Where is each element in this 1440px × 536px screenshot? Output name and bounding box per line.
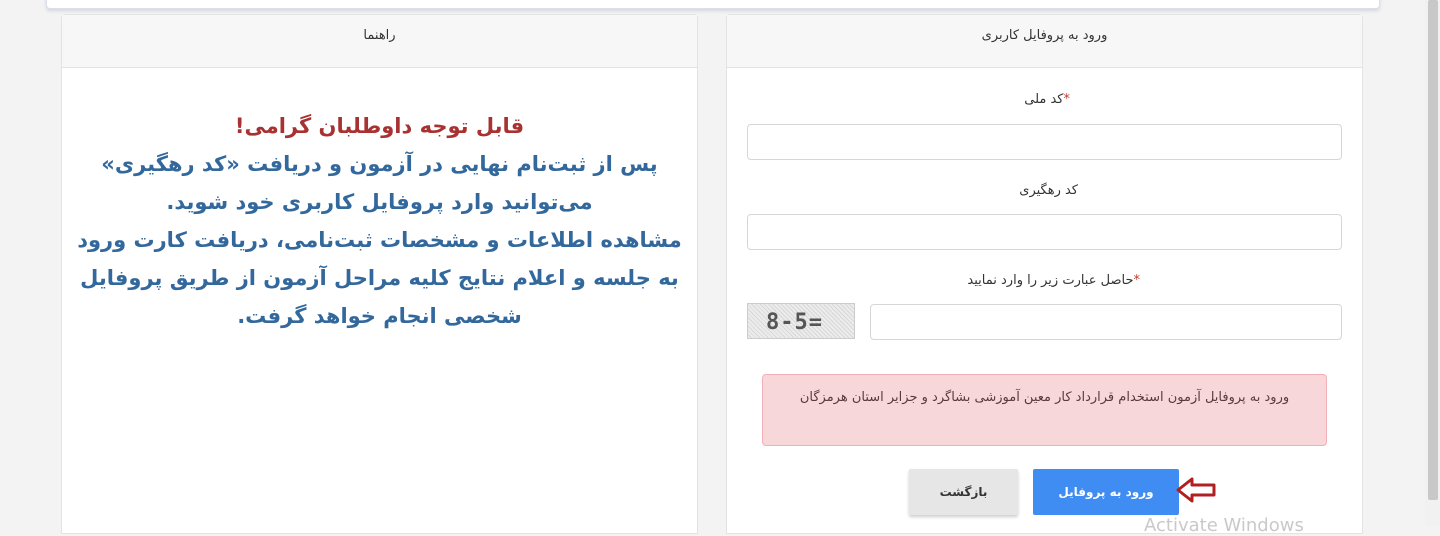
guide-panel: راهنما قابل توجه داوطلبان گرامی! پس از ث… <box>61 14 698 534</box>
national-code-label: *کد ملی <box>960 92 1070 107</box>
captcha-label: *حاصل عبارت زیر را وارد نمایید <box>900 273 1140 288</box>
captcha-image: 8-5= <box>747 303 855 339</box>
notice-line-2: می‌توانید وارد پروفایل کاربری خود شوید. <box>166 190 593 214</box>
guide-panel-title: راهنما <box>62 15 697 68</box>
guide-notice: قابل توجه داوطلبان گرامی! پس از ثبت‌نام … <box>72 107 687 335</box>
top-strip <box>46 0 1380 9</box>
notice-line-1: پس از ثبت‌نام نهایی در آزمون و دریافت «ک… <box>101 152 658 176</box>
exam-info-alert: ورود به پروفایل آزمون استخدام قرارداد کا… <box>762 374 1327 446</box>
notice-line-3: مشاهده اطلاعات و مشخصات ثبت‌نامی، دریافت… <box>77 228 682 252</box>
notice-line-5: شخصی انجام خواهد گرفت. <box>237 304 522 328</box>
notice-line-4: به جلسه و اعلام نتایج کلیه مراحل آزمون ا… <box>80 266 679 290</box>
login-button[interactable]: ورود به پروفایل <box>1033 469 1179 515</box>
tracking-code-input[interactable] <box>747 214 1342 250</box>
captcha-required-mark: * <box>1133 273 1141 288</box>
login-panel-title: ورود به پروفایل کاربری <box>727 15 1362 68</box>
national-code-input[interactable] <box>747 124 1342 160</box>
pointer-arrow-icon <box>1176 477 1216 503</box>
captcha-image-text: 8-5= <box>766 310 823 335</box>
captcha-label-text: حاصل عبارت زیر را وارد نمایید <box>967 273 1134 288</box>
captcha-input[interactable] <box>870 304 1342 340</box>
notice-headline: قابل توجه داوطلبان گرامی! <box>234 114 525 138</box>
national-code-label-text: کد ملی <box>1024 92 1064 107</box>
national-code-required-mark: * <box>1063 92 1071 107</box>
page-scrollbar-thumb[interactable] <box>1428 0 1438 500</box>
tracking-code-label: کد رهگیری <box>1019 183 1078 198</box>
back-button[interactable]: بازگشت <box>909 469 1018 515</box>
